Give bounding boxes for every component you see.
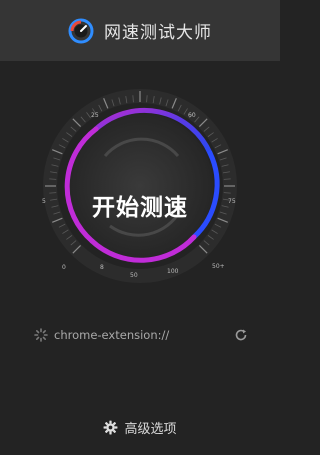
speed-gauge: 0 5 25 60 75 8 50 100 50+ 开始测速 bbox=[0, 61, 280, 301]
speedometer-logo-icon bbox=[68, 18, 94, 43]
loading-spinner-icon bbox=[34, 328, 48, 342]
app-header: 网速测试大师 bbox=[0, 0, 280, 61]
scale-label: 25 bbox=[91, 112, 99, 119]
refresh-icon[interactable] bbox=[234, 328, 248, 342]
start-test-button[interactable]: 开始测速 bbox=[60, 183, 220, 227]
gauge-tick bbox=[223, 192, 231, 194]
gauge-tick bbox=[49, 178, 57, 180]
gear-icon bbox=[104, 420, 118, 434]
advanced-options-label: 高级选项 bbox=[124, 421, 177, 437]
status-url-text: chrome-extension:// bbox=[54, 328, 170, 342]
scale-label: 50 bbox=[130, 272, 138, 279]
gauge-tick bbox=[49, 192, 57, 194]
scale-label: 75 bbox=[228, 198, 236, 205]
scale-label: 60 bbox=[188, 112, 196, 119]
scale-label: 8 bbox=[100, 264, 104, 271]
gauge-tick bbox=[146, 95, 148, 103]
scale-label: 5 bbox=[42, 198, 46, 205]
advanced-options-button[interactable]: 高级选项 bbox=[0, 416, 280, 438]
gauge-graphic: 0 5 25 60 75 8 50 100 50+ bbox=[42, 89, 237, 283]
scale-label: 50+ bbox=[212, 263, 225, 270]
scale-label: 100 bbox=[167, 268, 179, 275]
gauge-tick bbox=[223, 178, 231, 180]
app-title: 网速测试大师 bbox=[104, 23, 212, 43]
scale-label: 0 bbox=[62, 264, 66, 271]
status-row: chrome-extension:// bbox=[34, 324, 248, 346]
gauge-tick bbox=[132, 95, 134, 103]
